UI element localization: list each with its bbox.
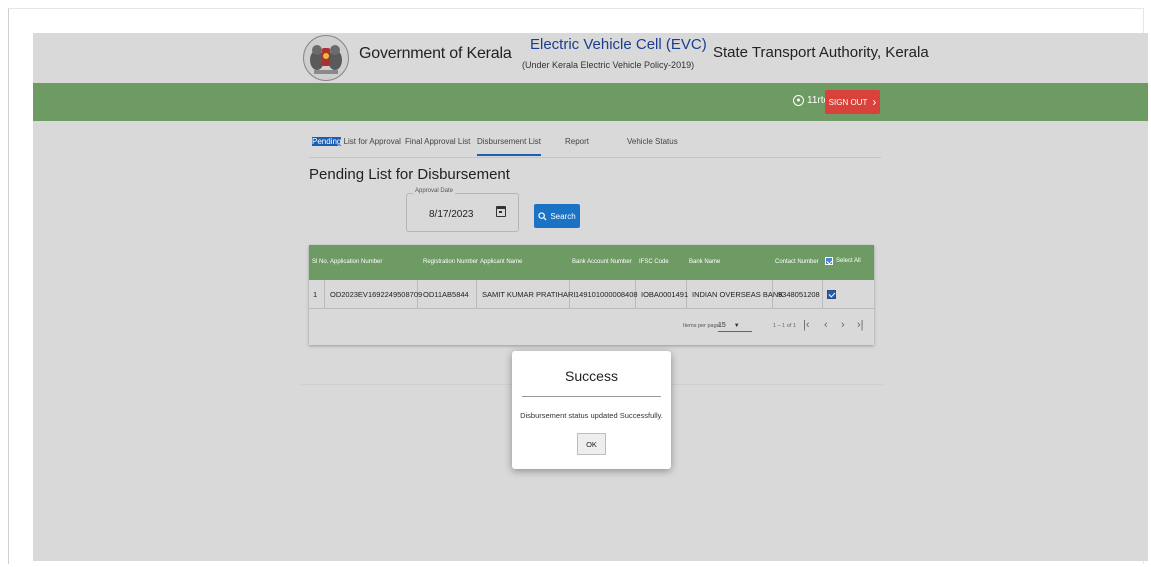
dropdown-arrow-icon: ▼ xyxy=(733,322,740,329)
cell-bank-name: INDIAN OVERSEAS BANK xyxy=(687,280,783,309)
header-application-number: Application Number xyxy=(330,259,383,265)
header-registration-number: Registration Number xyxy=(423,259,479,265)
select-all-checkbox[interactable]: Select All xyxy=(825,257,861,265)
approval-date-value: 8/17/2023 xyxy=(429,209,474,220)
items-per-page-label: Items per page: xyxy=(683,323,722,329)
last-page-icon[interactable]: ›| xyxy=(857,319,864,331)
page-title: Pending List for Disbursement xyxy=(309,166,510,183)
ok-button[interactable]: OK xyxy=(577,433,606,455)
row-checkbox-checked-icon[interactable] xyxy=(827,290,836,299)
table-header: Sl No. Application Number Registration N… xyxy=(309,245,874,280)
chevron-right-icon: › xyxy=(872,95,877,109)
sign-out-button[interactable]: SIGN OUT › xyxy=(825,90,880,114)
select-all-label: Select All xyxy=(836,258,861,264)
checkbox-checked-icon xyxy=(825,257,833,265)
sta-title: State Transport Authority, Kerala xyxy=(713,44,929,61)
cell-application-number: OD2023EV1692249508709 xyxy=(325,280,422,309)
government-title: Government of Kerala xyxy=(359,45,512,62)
page-range: 1 – 1 of 1 xyxy=(773,323,796,329)
header-bank-account-number: Bank Account Number xyxy=(572,259,632,265)
header-applicant-name: Applicant Name xyxy=(480,259,523,265)
tab-final-approval[interactable]: Final Approval List xyxy=(405,137,470,146)
calendar-icon[interactable] xyxy=(496,206,506,217)
dialog-message: Disbursement status updated Successfully… xyxy=(520,411,663,420)
previous-page-icon[interactable]: ‹ xyxy=(824,319,828,331)
header-bank-name: Bank Name xyxy=(689,259,721,265)
tab-label: List for Approval xyxy=(341,137,401,146)
tab-bar: Pending List for Approval Final Approval… xyxy=(309,133,881,158)
dialog-divider xyxy=(522,396,661,397)
user-info[interactable]: ● 11rto xyxy=(793,95,829,106)
disbursement-table: Sl No. Application Number Registration N… xyxy=(309,245,874,345)
next-page-icon[interactable]: › xyxy=(841,319,845,331)
header-sl-no: Sl No. xyxy=(312,259,329,265)
search-button[interactable]: Search xyxy=(534,204,580,228)
table-row: 1 OD2023EV1692249508709 OD11AB5844 SAMIT… xyxy=(309,280,874,309)
cell-contact-number: 9348051208 xyxy=(773,280,823,309)
cell-select[interactable] xyxy=(823,280,874,309)
page-header: Government of Kerala Electric Vehicle Ce… xyxy=(33,33,1148,83)
browser-frame: Government of Kerala Electric Vehicle Ce… xyxy=(8,8,1148,564)
cell-applicant-name: SAMIT KUMAR PRATIHARI xyxy=(477,280,575,309)
search-icon xyxy=(538,211,547,221)
paginator: Items per page: 15 ▼ 1 – 1 of 1 |‹ ‹ › ›… xyxy=(309,310,874,345)
kerala-emblem-logo xyxy=(303,35,349,81)
top-nav-bar: ● 11rto SIGN OUT › xyxy=(33,83,1148,121)
page-viewport: Government of Kerala Electric Vehicle Ce… xyxy=(33,33,1148,561)
items-per-page-select[interactable]: 15 ▼ xyxy=(718,320,752,332)
cell-bank-account-number: 149101000008408 xyxy=(570,280,638,309)
user-icon: ● xyxy=(793,95,804,106)
cell-registration-number: OD11AB5844 xyxy=(418,280,477,309)
tab-highlight-text: Pending xyxy=(312,137,342,146)
cell-sl-no: 1 xyxy=(309,280,325,309)
search-label: Search xyxy=(550,211,576,221)
evc-subtitle: (Under Kerala Electric Vehicle Policy-20… xyxy=(522,60,695,70)
header-contact-number: Contact Number xyxy=(775,259,819,265)
first-page-icon[interactable]: |‹ xyxy=(803,319,810,331)
cell-ifsc-code: IOBA0001491 xyxy=(636,280,688,309)
approval-date-field[interactable]: Approval Date 8/17/2023 xyxy=(406,188,519,232)
tab-pending-approval[interactable]: Pending List for Approval xyxy=(312,137,401,146)
approval-date-label: Approval Date xyxy=(413,188,456,194)
tab-report[interactable]: Report xyxy=(565,137,589,146)
sign-out-label: SIGN OUT xyxy=(828,97,868,107)
emblem-icon xyxy=(310,45,342,74)
tab-disbursement-list[interactable]: Disbursement List xyxy=(477,137,542,156)
items-per-page-value: 15 xyxy=(718,322,726,329)
success-dialog: Success Disbursement status updated Succ… xyxy=(512,351,671,469)
header-ifsc-code: IFSC Code xyxy=(639,259,669,265)
dialog-title: Success xyxy=(565,368,618,384)
evc-title: Electric Vehicle Cell (EVC) xyxy=(530,36,707,53)
tab-vehicle-status[interactable]: Vehicle Status xyxy=(627,137,678,146)
